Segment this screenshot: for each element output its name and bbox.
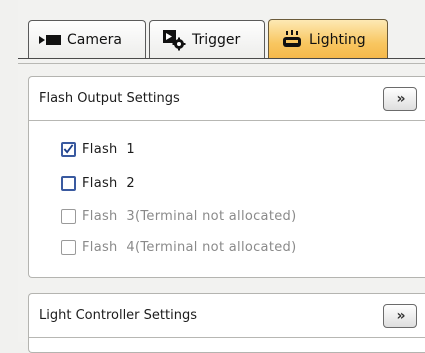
light-controller-header: Light Controller Settings » — [29, 294, 425, 338]
light-controller-section: Light Controller Settings » — [28, 293, 425, 353]
flash-output-header: Flash Output Settings » — [29, 77, 425, 121]
flash-2-option[interactable]: Flash 2 — [61, 173, 135, 193]
flash-1-checkbox[interactable] — [61, 141, 76, 157]
tab-lighting[interactable]: Lighting — [268, 19, 388, 59]
tab-camera[interactable]: Camera — [28, 20, 146, 58]
flash-1-label: Flash 1 — [82, 141, 136, 157]
tab-strip-divider — [18, 58, 425, 59]
tab-trigger[interactable]: Trigger — [149, 20, 265, 58]
flash-2-checkbox[interactable] — [61, 175, 76, 191]
light-controller-expand-button[interactable]: » — [383, 304, 417, 328]
lighting-icon — [281, 29, 303, 50]
flash-3-label: Flash 3(Terminal not allocated) — [82, 208, 297, 224]
tab-trigger-label: Trigger — [192, 31, 241, 48]
trigger-gear-icon — [162, 29, 186, 51]
flash-1-option[interactable]: Flash 1 — [61, 139, 135, 159]
flash-4-option: Flash 4(Terminal not allocated) — [61, 237, 296, 257]
flash-4-checkbox — [61, 239, 76, 255]
double-chevron-icon: » — [396, 308, 405, 324]
flash-output-title: Flash Output Settings — [39, 91, 180, 106]
camera-icon — [39, 34, 61, 46]
tab-lighting-label: Lighting — [309, 31, 366, 48]
checkmark-icon — [63, 144, 74, 154]
flash-2-label: Flash 2 — [82, 175, 136, 191]
double-chevron-icon: » — [396, 91, 405, 107]
flash-3-option: Flash 3(Terminal not allocated) — [61, 206, 296, 226]
flash-output-section: Flash Output Settings » Flash 1 Flash 2 … — [28, 76, 425, 278]
flash-output-expand-button[interactable]: » — [383, 87, 417, 111]
tab-camera-label: Camera — [67, 31, 122, 48]
tab-strip-shadow — [18, 63, 425, 64]
light-controller-title: Light Controller Settings — [39, 308, 197, 323]
flash-3-checkbox — [61, 208, 76, 224]
flash-4-label: Flash 4(Terminal not allocated) — [82, 239, 297, 255]
